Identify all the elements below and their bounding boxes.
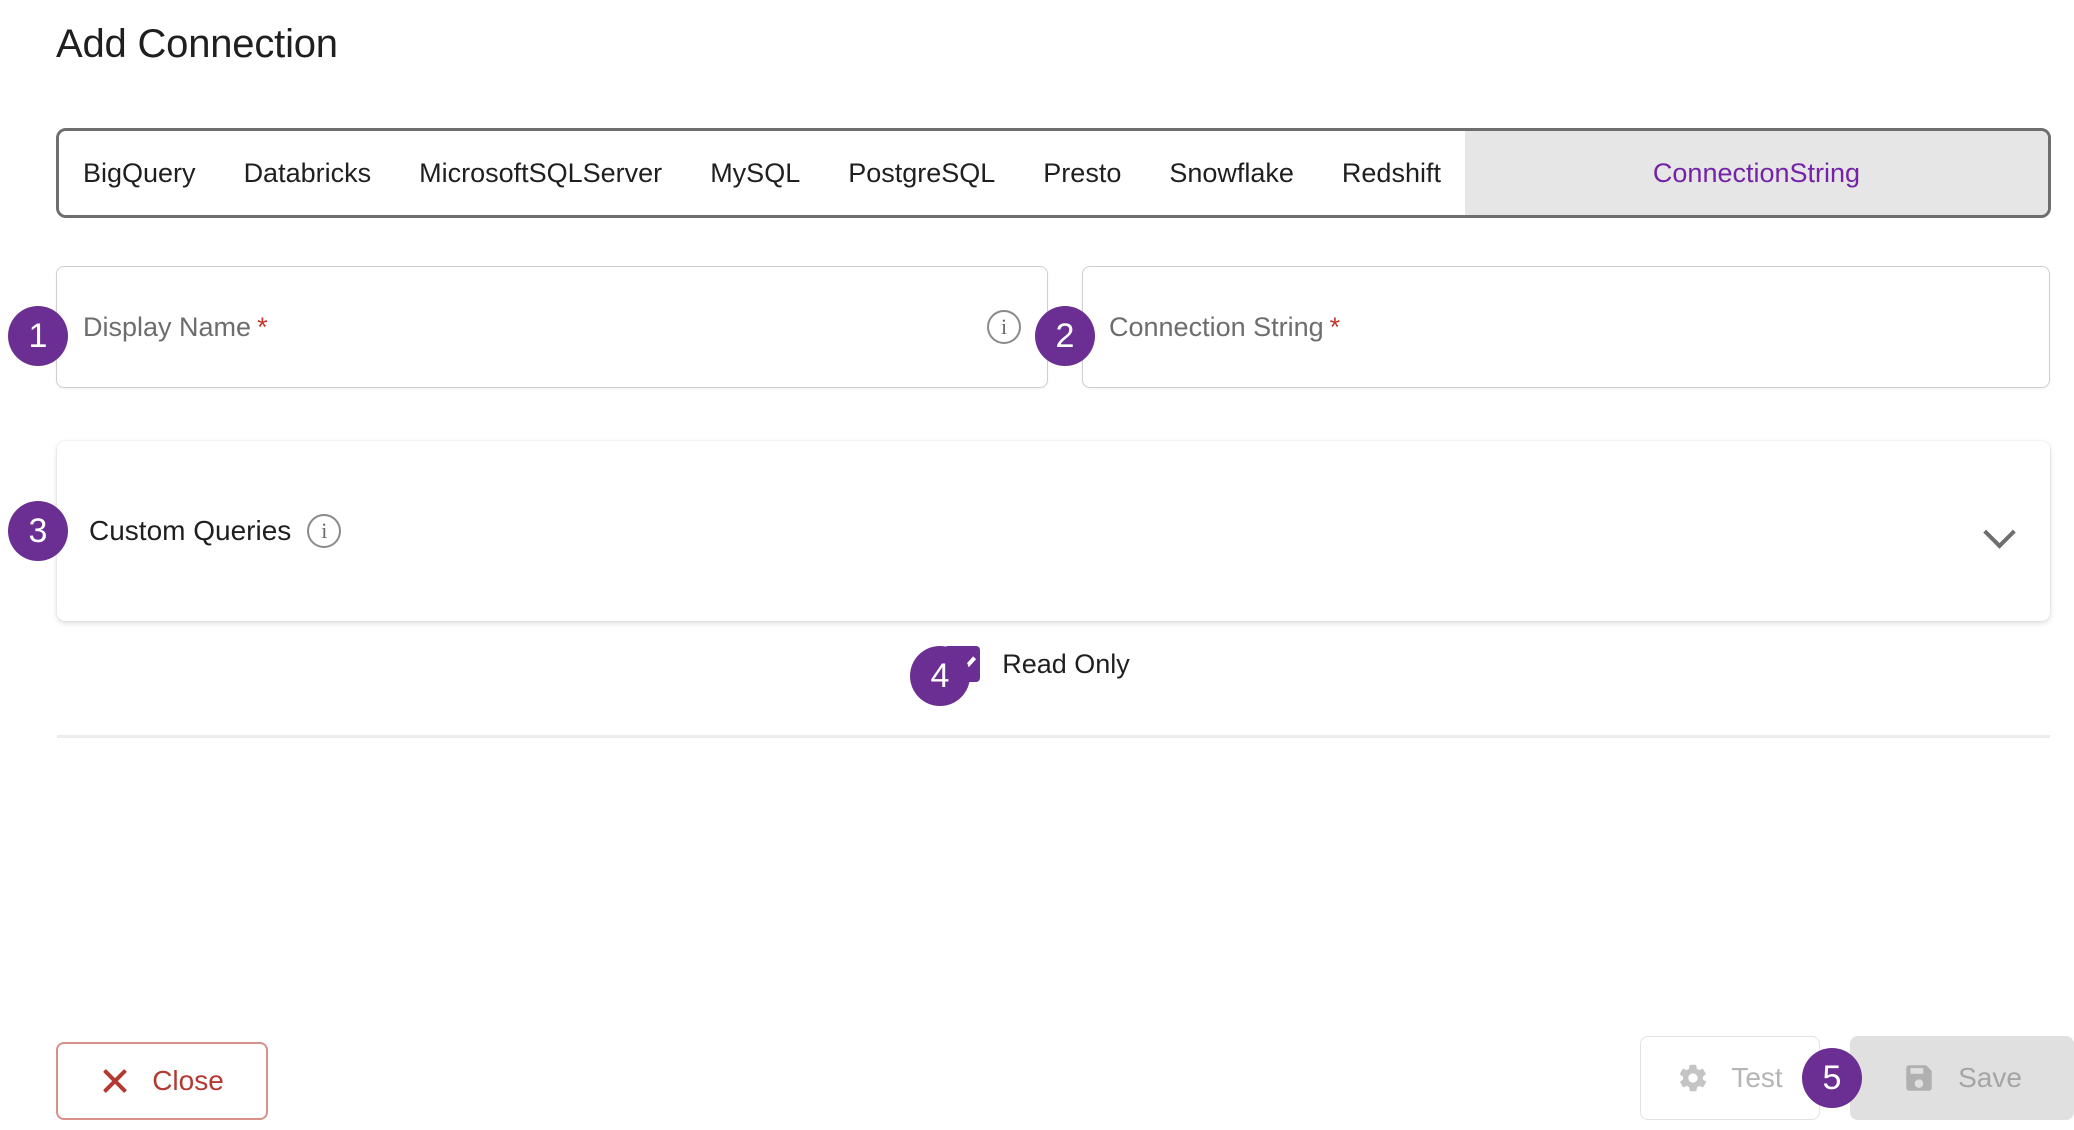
step-badge-3: 3	[8, 501, 68, 561]
step-badge-5: 5	[1802, 1048, 1862, 1108]
tab-redshift[interactable]: Redshift	[1317, 131, 1465, 215]
custom-queries-label: Custom Queries	[89, 515, 292, 546]
connection-type-tabbar: BigQuery Databricks MicrosoftSQLServer M…	[56, 128, 2051, 218]
test-button[interactable]: Test	[1640, 1036, 1820, 1120]
tab-presto[interactable]: Presto	[1019, 131, 1146, 215]
footer-divider	[57, 735, 2050, 738]
save-button[interactable]: Save	[1850, 1036, 2074, 1120]
gear-icon	[1677, 1062, 1709, 1094]
tab-microsoftsqlserver[interactable]: MicrosoftSQLServer	[395, 131, 687, 215]
tab-snowflake[interactable]: Snowflake	[1145, 131, 1318, 215]
tab-bigquery[interactable]: BigQuery	[59, 131, 220, 215]
save-button-label: Save	[1958, 1062, 2022, 1093]
info-icon[interactable]: i	[987, 310, 1021, 344]
close-button[interactable]: Close	[56, 1042, 268, 1120]
close-x-icon	[100, 1066, 130, 1096]
tab-connectionstring[interactable]: ConnectionString	[1464, 131, 2048, 215]
step-badge-2: 2	[1035, 306, 1095, 366]
close-button-label: Close	[152, 1065, 224, 1096]
chevron-down-icon[interactable]	[1984, 515, 2016, 547]
connection-string-placeholder: Connection String	[1109, 311, 1324, 342]
display-name-field[interactable]: Display Name * i	[56, 266, 1048, 388]
tab-databricks[interactable]: Databricks	[219, 131, 396, 215]
connection-string-required-marker: *	[1329, 311, 1341, 342]
custom-queries-panel[interactable]: Custom Queries i	[57, 441, 2050, 621]
step-badge-4: 4	[910, 646, 970, 706]
connection-string-field[interactable]: Connection String *	[1082, 266, 2050, 388]
read-only-row: Read Only	[0, 646, 2074, 682]
step-badge-1: 1	[8, 306, 68, 366]
read-only-label: Read Only	[1002, 648, 1130, 679]
test-button-label: Test	[1731, 1062, 1783, 1093]
floppy-disk-icon	[1902, 1061, 1936, 1095]
tab-postgresql[interactable]: PostgreSQL	[824, 131, 1020, 215]
info-icon[interactable]: i	[307, 514, 342, 548]
display-name-required-marker: *	[257, 311, 268, 342]
tab-mysql[interactable]: MySQL	[686, 131, 825, 215]
page-title: Add Connection	[56, 22, 338, 66]
display-name-placeholder: Display Name	[83, 311, 252, 342]
